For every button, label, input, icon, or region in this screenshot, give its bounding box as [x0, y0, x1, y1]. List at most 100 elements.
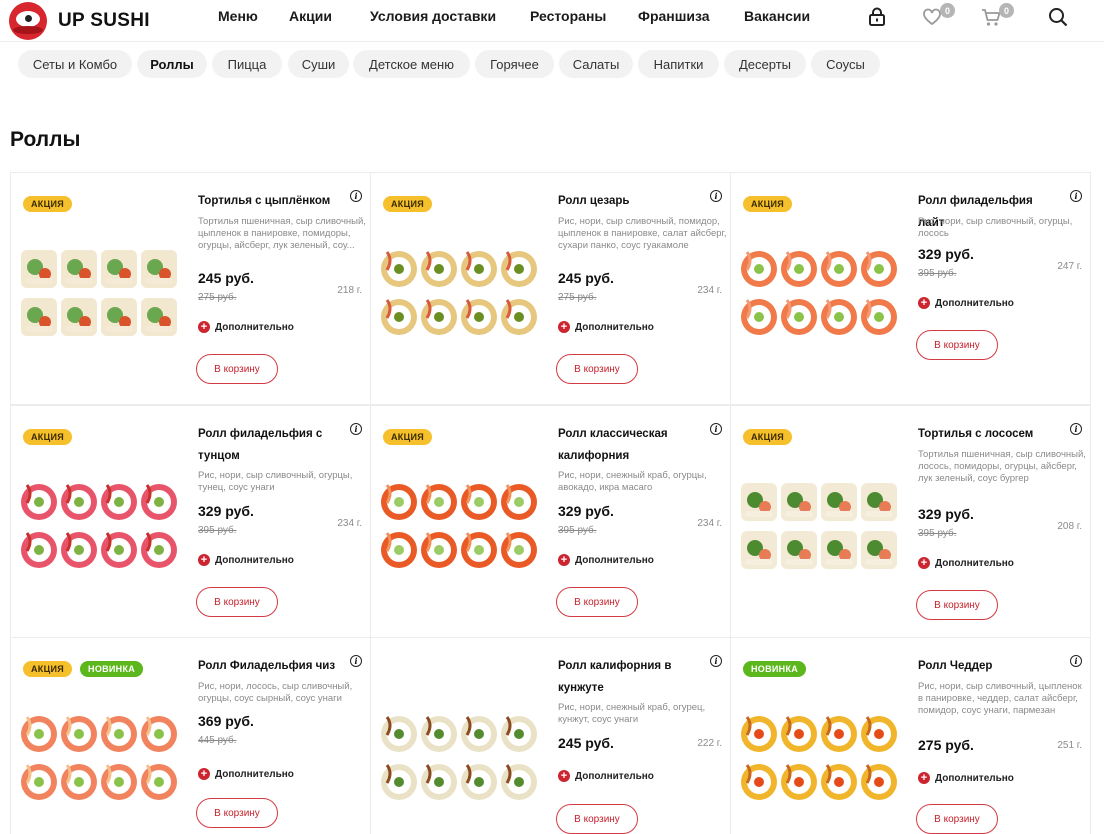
plus-icon: +: [558, 554, 570, 566]
product-weight: 218 г.: [337, 285, 362, 296]
nav-vacancies[interactable]: Вакансии: [744, 8, 810, 24]
product-price: 329 руб.: [918, 506, 974, 522]
product-old-price: 275 руб.: [558, 292, 597, 303]
nav-menu[interactable]: Меню: [218, 8, 258, 24]
product-card[interactable]: АКЦИЯ Ролл цезарь i Рис, нори, сыр сливочны…: [370, 172, 731, 405]
product-image[interactable]: [739, 478, 899, 574]
product-title[interactable]: Ролл цезарь: [558, 190, 698, 212]
extra-options-toggle[interactable]: + Дополнительно: [198, 554, 294, 566]
lock-icon[interactable]: [866, 6, 892, 32]
info-icon[interactable]: i: [1070, 423, 1082, 435]
extra-options-toggle[interactable]: + Дополнительно: [558, 770, 654, 782]
nav-promotions[interactable]: Акции: [289, 8, 332, 24]
sale-badge: АКЦИЯ: [383, 196, 433, 212]
product-price: 245 руб.: [198, 270, 254, 286]
tab-pizza[interactable]: Пицца: [212, 50, 282, 78]
product-title[interactable]: Тортилья с лососем: [918, 423, 1058, 445]
add-to-cart-button[interactable]: В корзину: [196, 798, 278, 828]
add-to-cart-button[interactable]: В корзину: [916, 804, 998, 834]
product-image[interactable]: [19, 245, 179, 341]
nav-franchise[interactable]: Франшиза: [638, 8, 710, 24]
product-card[interactable]: АКЦИЯ Тортилья с лососем i Тортилья пшеничн…: [730, 405, 1091, 638]
tab-drinks[interactable]: Напитки: [638, 50, 719, 78]
info-icon[interactable]: i: [350, 423, 362, 435]
product-image[interactable]: [379, 245, 539, 341]
extra-options-toggle[interactable]: + Дополнительно: [558, 554, 654, 566]
extra-options-toggle[interactable]: + Дополнительно: [198, 768, 294, 780]
product-title[interactable]: Ролл калифорния в кунжуте: [558, 655, 698, 699]
product-card[interactable]: НОВИНКА Ролл Чеддер i Рис, нори, сыр сливоч…: [730, 637, 1091, 834]
product-card[interactable]: АКЦИЯ Тортилья с цыплёнком i Тортилья пшени…: [10, 172, 371, 405]
tab-desserts[interactable]: Десерты: [724, 50, 806, 78]
product-old-price: 445 руб.: [198, 735, 237, 746]
add-to-cart-button[interactable]: В корзину: [196, 587, 278, 617]
info-icon[interactable]: i: [710, 423, 722, 435]
tab-kids-menu[interactable]: Детское меню: [353, 50, 470, 78]
product-old-price: 395 руб.: [918, 528, 957, 539]
extra-options-toggle[interactable]: + Дополнительно: [558, 321, 654, 333]
plus-icon: +: [918, 297, 930, 309]
add-to-cart-button[interactable]: В корзину: [916, 330, 998, 360]
info-icon[interactable]: i: [1070, 655, 1082, 667]
search-icon[interactable]: [1047, 6, 1073, 32]
product-description: Тортилья пшеничная, сыр сливочный, цыпле…: [198, 216, 366, 252]
nav-restaurants[interactable]: Рестораны: [530, 8, 606, 24]
product-card[interactable]: АКЦИЯ Ролл филадельфия лайт i Рис, нори, сы…: [730, 172, 1091, 405]
product-title[interactable]: Ролл филадельфия с тунцом: [198, 423, 338, 467]
tab-salads[interactable]: Салаты: [559, 50, 633, 78]
info-icon[interactable]: i: [710, 190, 722, 202]
extra-options-toggle[interactable]: + Дополнительно: [918, 772, 1014, 784]
product-card[interactable]: АКЦИЯ НОВИНКА Ролл Филадельфия чиз i Рис, но…: [10, 637, 371, 834]
product-tags: АКЦИЯ: [743, 429, 793, 445]
product-tags: АКЦИЯ: [23, 429, 73, 445]
info-icon[interactable]: i: [350, 190, 362, 202]
info-icon[interactable]: i: [1070, 190, 1082, 202]
tab-sets[interactable]: Сеты и Комбо: [18, 50, 132, 78]
product-weight: 247 г.: [1057, 261, 1082, 272]
product-price: 329 руб.: [558, 503, 614, 519]
tab-hot[interactable]: Горячее: [475, 50, 554, 78]
plus-icon: +: [918, 772, 930, 784]
product-image[interactable]: [19, 478, 179, 574]
cart-icon[interactable]: 0: [980, 3, 1014, 32]
product-image[interactable]: [379, 710, 539, 806]
add-to-cart-button[interactable]: В корзину: [556, 804, 638, 834]
add-to-cart-button[interactable]: В корзину: [556, 587, 638, 617]
info-icon[interactable]: i: [350, 655, 362, 667]
info-icon[interactable]: i: [710, 655, 722, 667]
extra-label: Дополнительно: [935, 557, 1014, 569]
product-card[interactable]: АКЦИЯ Ролл классическая калифорния i Рис, н…: [370, 405, 731, 638]
product-description: Рис, нори, сыр сливочный, огурцы, тунец,…: [198, 470, 353, 494]
product-image[interactable]: [739, 245, 899, 341]
product-image[interactable]: [379, 478, 539, 574]
product-title[interactable]: Ролл Чеддер: [918, 655, 1058, 677]
plus-icon: +: [918, 557, 930, 569]
product-title[interactable]: Тортилья с цыплёнком: [198, 190, 338, 212]
extra-options-toggle[interactable]: + Дополнительно: [198, 321, 294, 333]
product-old-price: 395 руб.: [198, 525, 237, 536]
sale-badge: АКЦИЯ: [23, 196, 73, 212]
add-to-cart-button[interactable]: В корзину: [196, 354, 278, 384]
page-title: Роллы: [10, 128, 81, 151]
nav-delivery[interactable]: Условия доставки: [370, 8, 496, 24]
product-title[interactable]: Ролл классическая калифорния: [558, 423, 698, 467]
extra-options-toggle[interactable]: + Дополнительно: [918, 557, 1014, 569]
sale-badge: АКЦИЯ: [743, 196, 793, 212]
heart-icon[interactable]: 0: [921, 3, 955, 32]
add-to-cart-button[interactable]: В корзину: [556, 354, 638, 384]
product-old-price: 275 руб.: [198, 292, 237, 303]
product-card[interactable]: Ролл калифорния в кунжуте i Рис, нори, сне…: [370, 637, 731, 834]
tab-rolls[interactable]: Роллы: [137, 50, 207, 78]
tab-sauces[interactable]: Соусы: [811, 50, 880, 78]
product-image[interactable]: [19, 710, 179, 806]
add-to-cart-button[interactable]: В корзину: [916, 590, 998, 620]
product-title[interactable]: Ролл Филадельфия чиз: [198, 655, 338, 677]
product-description: Рис, нори, снежный краб, огурцы, авокадо…: [558, 470, 707, 494]
plus-icon: +: [198, 554, 210, 566]
logo[interactable]: UP SUSHI: [9, 2, 150, 40]
tab-sushi[interactable]: Суши: [288, 50, 349, 78]
product-image[interactable]: [739, 710, 899, 806]
product-card[interactable]: АКЦИЯ Ролл филадельфия с тунцом i Рис, нори…: [10, 405, 371, 638]
extra-options-toggle[interactable]: + Дополнительно: [918, 297, 1014, 309]
logo-text: UP SUSHI: [58, 10, 150, 31]
